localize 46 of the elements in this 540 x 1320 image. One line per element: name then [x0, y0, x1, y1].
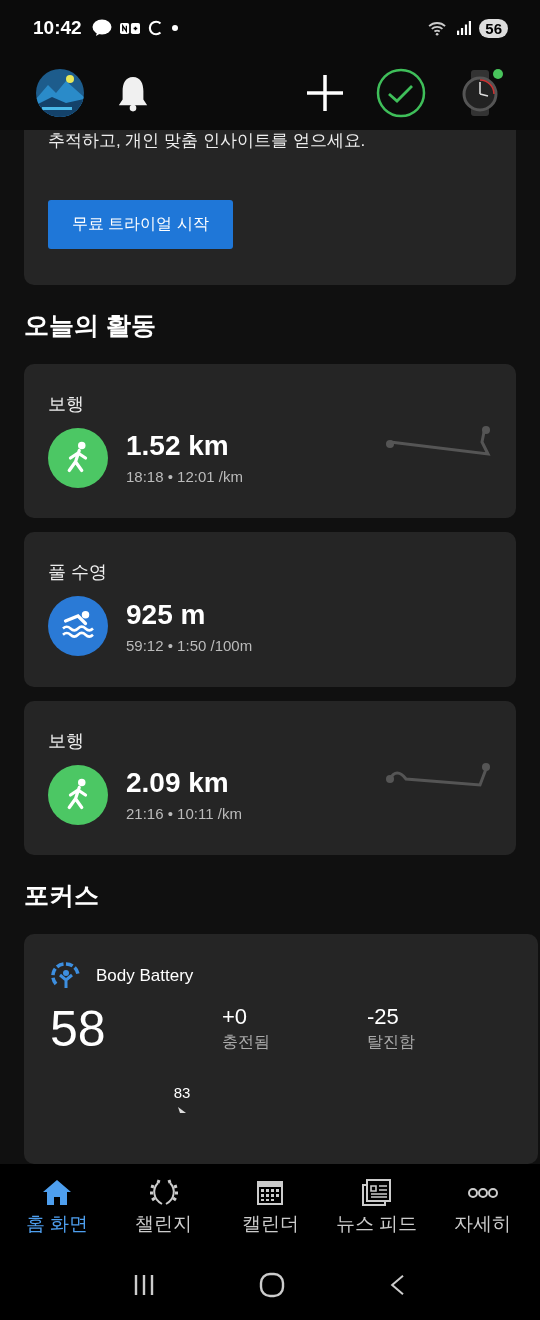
promo-text: 추적하고, 개인 맞춤 인사이트를 얻으세요. [48, 130, 367, 152]
walker-icon [48, 427, 108, 488]
dot-icon [171, 25, 178, 31]
activity-name: 보행 [48, 392, 85, 416]
battery-level: 56 [479, 18, 508, 38]
stat-value: +0 [222, 1004, 249, 1030]
stat-label: 충전됨 [222, 1032, 271, 1052]
app-icon [119, 21, 140, 35]
activity-distance: 925 m [126, 598, 207, 631]
activity-distance: 1.52 km [126, 430, 230, 463]
activity-details: 21:16 • 10:11 /km [126, 805, 242, 822]
nav-tab[interactable]: 자세히 [429, 1164, 537, 1250]
bell-icon[interactable] [116, 74, 150, 112]
activity-distance: 2.09 km [126, 767, 230, 799]
section-title: 오늘의 활동 [24, 309, 157, 341]
chat-icon [91, 19, 112, 37]
peak-label: 83 [173, 1084, 191, 1101]
home-button-icon[interactable] [259, 1272, 285, 1298]
avatar-image[interactable] [36, 69, 84, 117]
plus-icon[interactable] [306, 74, 344, 112]
peak-marker-icon [178, 1107, 186, 1113]
card-title: Body Battery [96, 966, 194, 986]
activity-name: 풀 수영 [48, 561, 108, 584]
check-circle-icon[interactable] [376, 68, 426, 118]
section-title: 포커스 [24, 880, 100, 911]
nav-tab[interactable]: 챌린지 [110, 1164, 217, 1250]
activity-card[interactable]: 보행 2.09 km 21:16 • 10:11 /km [24, 700, 516, 855]
stat-value: -25 [367, 1004, 400, 1030]
walker-icon [48, 764, 108, 825]
nav-tab[interactable]: 홈 화면 [4, 1164, 111, 1250]
activity-details: 59:12 • 1:50 /100m [126, 636, 253, 654]
body-battery-card[interactable]: Body Battery 58 +0 충전됨 -25 탈진함 83 [24, 934, 538, 1164]
activity-card[interactable]: 풀 수영 925 m 59:12 • 1:50 /100m [24, 532, 516, 687]
nav-tab[interactable]: 뉴스 피드 [323, 1164, 430, 1250]
sync-icon [147, 20, 164, 36]
newspaper-icon [360, 1177, 393, 1209]
stat-label: 탈진함 [367, 1032, 416, 1052]
signal-icon [457, 21, 472, 35]
activity-name: 보행 [48, 729, 85, 753]
free-trial-button[interactable]: 무료 트라이얼 시작 [48, 199, 233, 249]
body-battery-value: 58 [50, 1000, 107, 1058]
activity-card[interactable]: 보행 1.52 km 18:18 • 12:01 /km [24, 363, 516, 518]
swimmer-icon [48, 596, 108, 656]
clock-time: 10:42 [33, 17, 82, 39]
nav-tab[interactable]: 캘린더 [216, 1164, 324, 1250]
activity-details: 18:18 • 12:01 /km [126, 468, 243, 486]
